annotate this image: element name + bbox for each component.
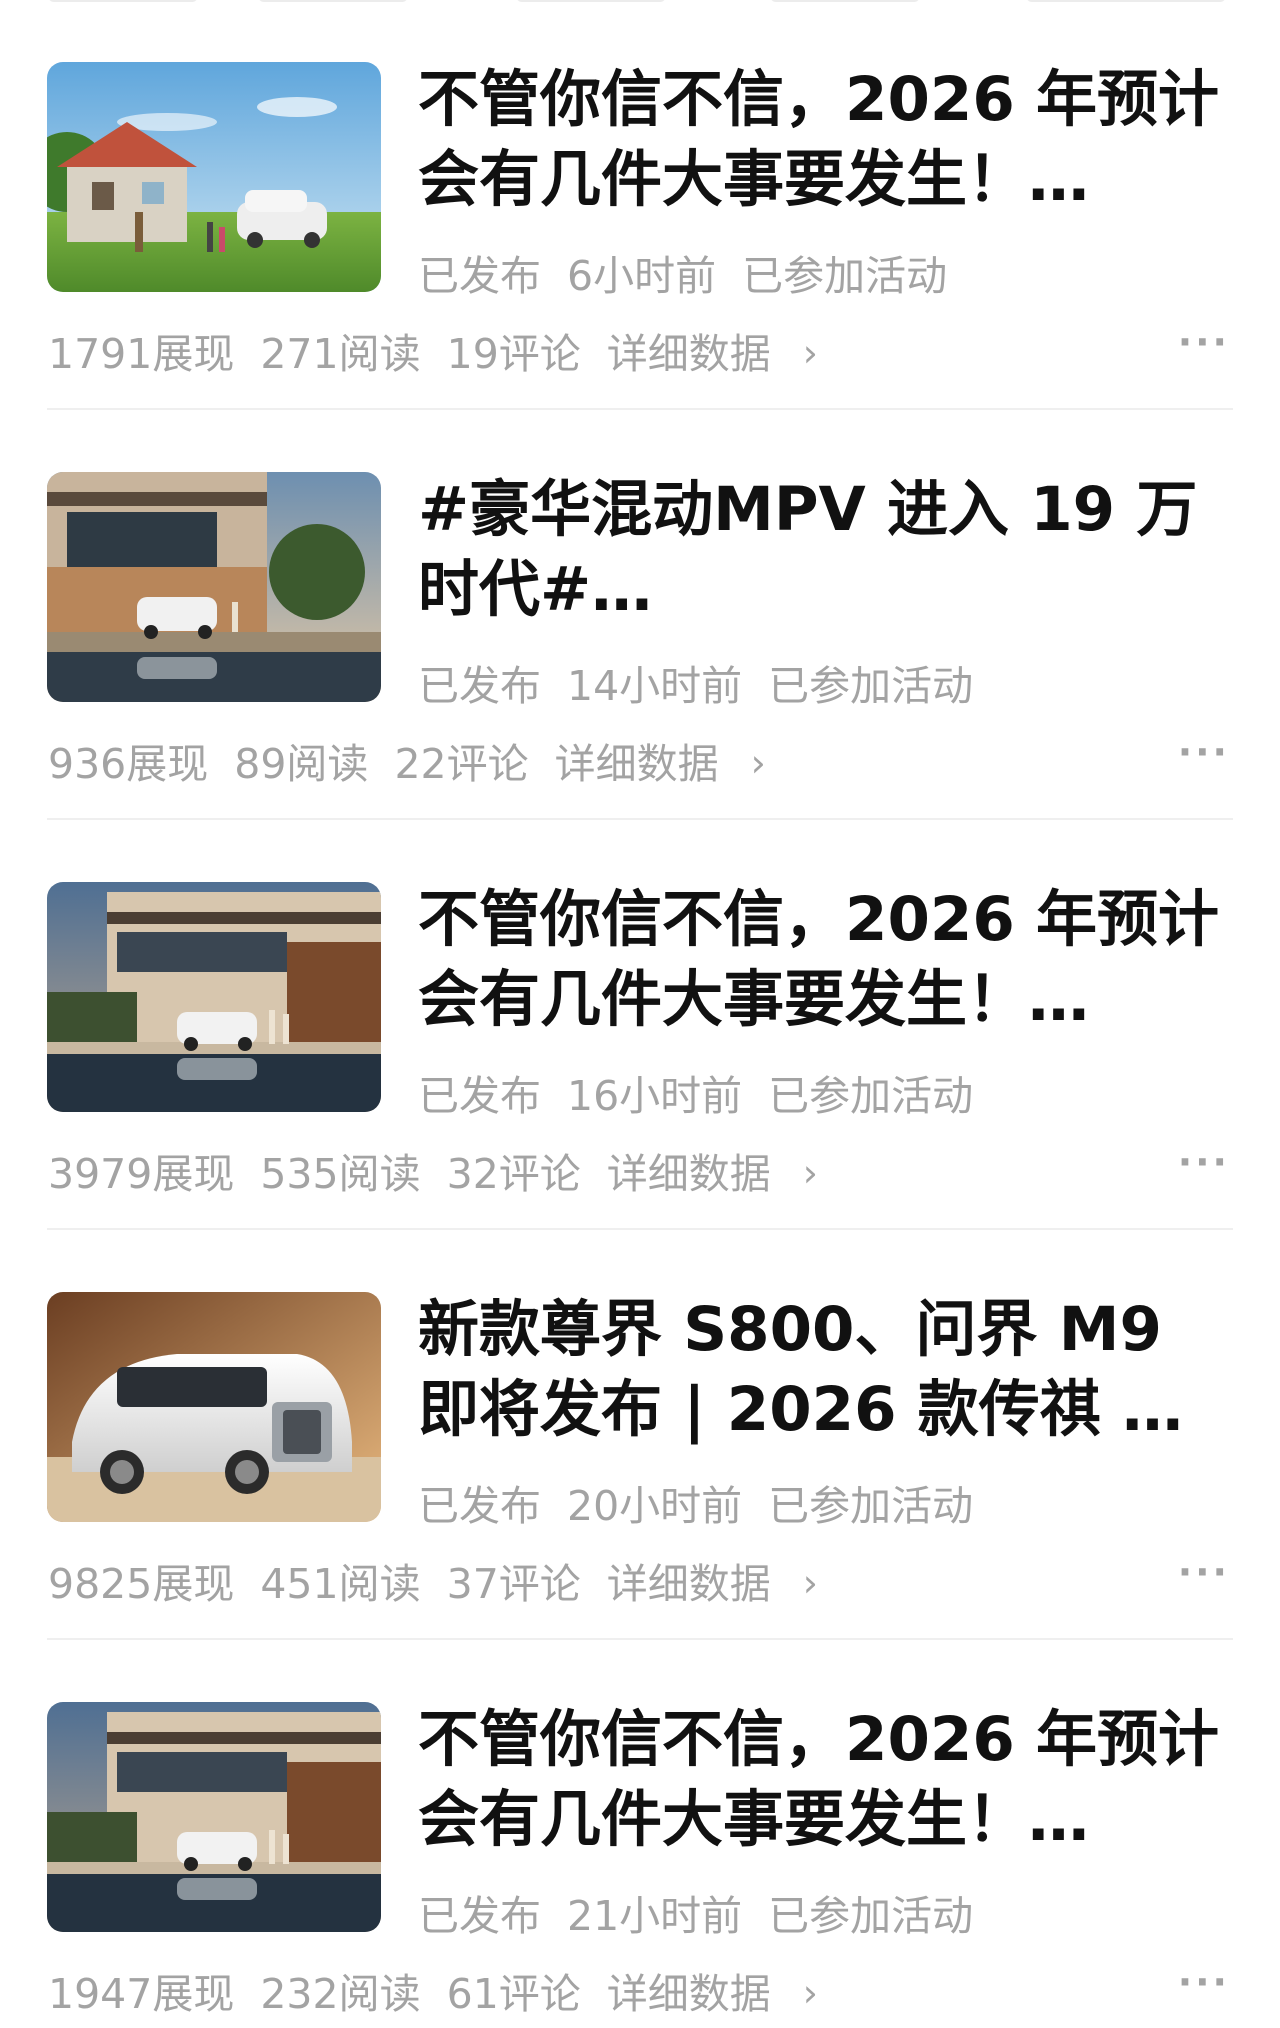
- details-link[interactable]: 详细数据 ›: [607, 1560, 844, 1608]
- activity-status: 已参加活动: [768, 662, 974, 710]
- post-thumbnail[interactable]: [47, 62, 381, 292]
- publish-status: 已发布: [418, 1482, 541, 1530]
- house-garden-image: [47, 62, 381, 292]
- post-title[interactable]: 不管你信不信，2026 年预计会有几件大事要发生！…: [418, 1700, 1233, 1870]
- chevron-right-icon: ›: [802, 1971, 818, 2015]
- post-meta: 已发布 16小时前 已参加活动: [418, 1062, 999, 1122]
- post-stats: 1791展现 271阅读 19评论 详细数据 ›: [48, 320, 870, 380]
- chevron-right-icon: ›: [802, 1561, 818, 1605]
- comments-count: 22评论: [394, 740, 529, 788]
- comments-count: 37评论: [446, 1560, 581, 1608]
- comments-count: 19评论: [446, 330, 581, 378]
- publish-time: 20小时前: [567, 1482, 743, 1530]
- details-label: 详细数据: [606, 1150, 771, 1198]
- chevron-right-icon: ›: [802, 1151, 818, 1195]
- details-label: 详细数据: [606, 1560, 771, 1608]
- more-options-icon[interactable]: ···: [1178, 1550, 1230, 1594]
- comments-count: 61评论: [446, 1970, 581, 2018]
- post-meta: 已发布 6小时前 已参加活动: [418, 242, 973, 302]
- post-stats: 9825展现 451阅读 37评论 详细数据 ›: [48, 1550, 870, 1610]
- chevron-right-icon: ›: [750, 741, 766, 785]
- post-meta: 已发布 14小时前 已参加活动: [418, 652, 999, 712]
- publish-time: 6小时前: [567, 252, 717, 300]
- more-options-icon[interactable]: ···: [1178, 320, 1230, 364]
- reads-count: 535阅读: [260, 1150, 421, 1198]
- comments-count: 32评论: [446, 1150, 581, 1198]
- impressions-count: 1947展现: [48, 1970, 235, 2018]
- villa-mpv-image: [47, 472, 381, 702]
- publish-time: 21小时前: [567, 1892, 743, 1940]
- mpv-showroom-image: [47, 1292, 381, 1522]
- impressions-count: 3979展现: [48, 1150, 235, 1198]
- post-thumbnail[interactable]: [47, 1702, 381, 1932]
- publish-status: 已发布: [418, 662, 541, 710]
- post-meta: 已发布 20小时前 已参加活动: [418, 1472, 999, 1532]
- post-title[interactable]: 新款尊界 S800、问界 M9 即将发布 | 2026 款传祺 M8 H…: [418, 1290, 1233, 1460]
- reads-count: 232阅读: [260, 1970, 421, 2018]
- reads-count: 271阅读: [260, 330, 421, 378]
- publish-status: 已发布: [418, 252, 541, 300]
- publish-status: 已发布: [418, 1892, 541, 1940]
- post-thumbnail[interactable]: [47, 882, 381, 1112]
- more-options-icon[interactable]: ···: [1178, 730, 1230, 774]
- post-card[interactable]: 不管你信不信，2026 年预计会有几件大事要发生！… 已发布 6小时前 已参加活动 …: [0, 0, 1280, 410]
- more-options-icon[interactable]: ···: [1178, 1140, 1230, 1184]
- publish-time: 14小时前: [567, 662, 743, 710]
- details-link[interactable]: 详细数据 ›: [607, 1150, 844, 1198]
- impressions-count: 1791展现: [48, 330, 235, 378]
- reads-count: 451阅读: [260, 1560, 421, 1608]
- publish-time: 16小时前: [567, 1072, 743, 1120]
- post-stats: 1947展现 232阅读 61评论 详细数据 ›: [48, 1960, 870, 2020]
- post-title[interactable]: 不管你信不信，2026 年预计会有几件大事要发生！…: [418, 60, 1233, 230]
- post-card[interactable]: 不管你信不信，2026 年预计会有几件大事要发生！… 已发布 16小时前 已参加活动…: [0, 820, 1280, 1230]
- post-stats: 936展现 89阅读 22评论 详细数据 ›: [48, 730, 818, 790]
- villa-dusk-image: [47, 882, 381, 1112]
- post-card[interactable]: 新款尊界 S800、问界 M9 即将发布 | 2026 款传祺 M8 H… 已发…: [0, 1230, 1280, 1640]
- chevron-right-icon: ›: [802, 331, 818, 375]
- activity-status: 已参加活动: [742, 252, 948, 300]
- activity-status: 已参加活动: [768, 1892, 974, 1940]
- details-label: 详细数据: [606, 330, 771, 378]
- activity-status: 已参加活动: [768, 1482, 974, 1530]
- post-stats: 3979展现 535阅读 32评论 详细数据 ›: [48, 1140, 870, 1200]
- impressions-count: 936展现: [48, 740, 209, 788]
- activity-status: 已参加活动: [768, 1072, 974, 1120]
- details-link[interactable]: 详细数据 ›: [607, 1970, 844, 2018]
- more-options-icon[interactable]: ···: [1178, 1960, 1230, 2004]
- impressions-count: 9825展现: [48, 1560, 235, 1608]
- post-thumbnail[interactable]: [47, 472, 381, 702]
- post-title[interactable]: 不管你信不信，2026 年预计会有几件大事要发生！…: [418, 880, 1233, 1050]
- publish-status: 已发布: [418, 1072, 541, 1120]
- post-meta: 已发布 21小时前 已参加活动: [418, 1882, 999, 1942]
- details-label: 详细数据: [606, 1970, 771, 2018]
- post-thumbnail[interactable]: [47, 1292, 381, 1522]
- post-title[interactable]: #豪华混动MPV 进入 19 万时代#…: [418, 470, 1233, 640]
- villa-dusk-image: [47, 1702, 381, 1932]
- details-link[interactable]: 详细数据 ›: [607, 330, 844, 378]
- details-label: 详细数据: [554, 740, 719, 788]
- post-card[interactable]: 不管你信不信，2026 年预计会有几件大事要发生！… 已发布 21小时前 已参加活动…: [0, 1640, 1280, 2028]
- reads-count: 89阅读: [234, 740, 369, 788]
- post-card[interactable]: #豪华混动MPV 进入 19 万时代#… 已发布 14小时前 已参加活动 936展现…: [0, 410, 1280, 820]
- details-link[interactable]: 详细数据 ›: [555, 740, 792, 788]
